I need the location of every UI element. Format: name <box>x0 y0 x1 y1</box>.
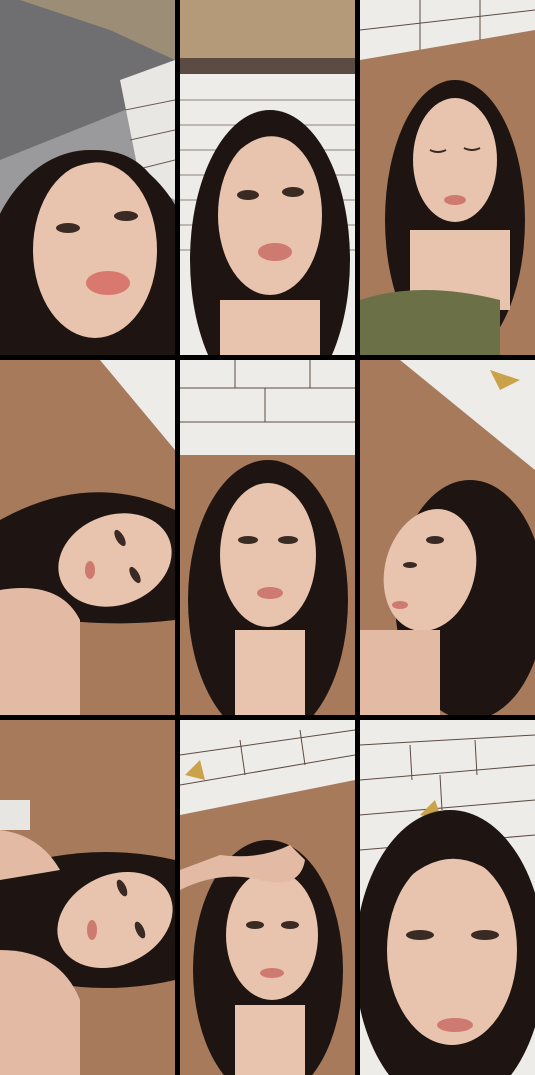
photo-tile-3 <box>360 0 535 355</box>
photo-collage <box>0 0 535 1075</box>
photo-tile-5 <box>180 360 355 715</box>
photo-tile-4 <box>0 360 175 715</box>
photo-tile-7 <box>0 720 175 1075</box>
photo-tile-6 <box>360 360 535 715</box>
photo-tile-9 <box>360 720 535 1075</box>
photo-tile-1 <box>0 0 175 355</box>
photo-tile-8 <box>180 720 355 1075</box>
photo-tile-2 <box>180 0 355 355</box>
